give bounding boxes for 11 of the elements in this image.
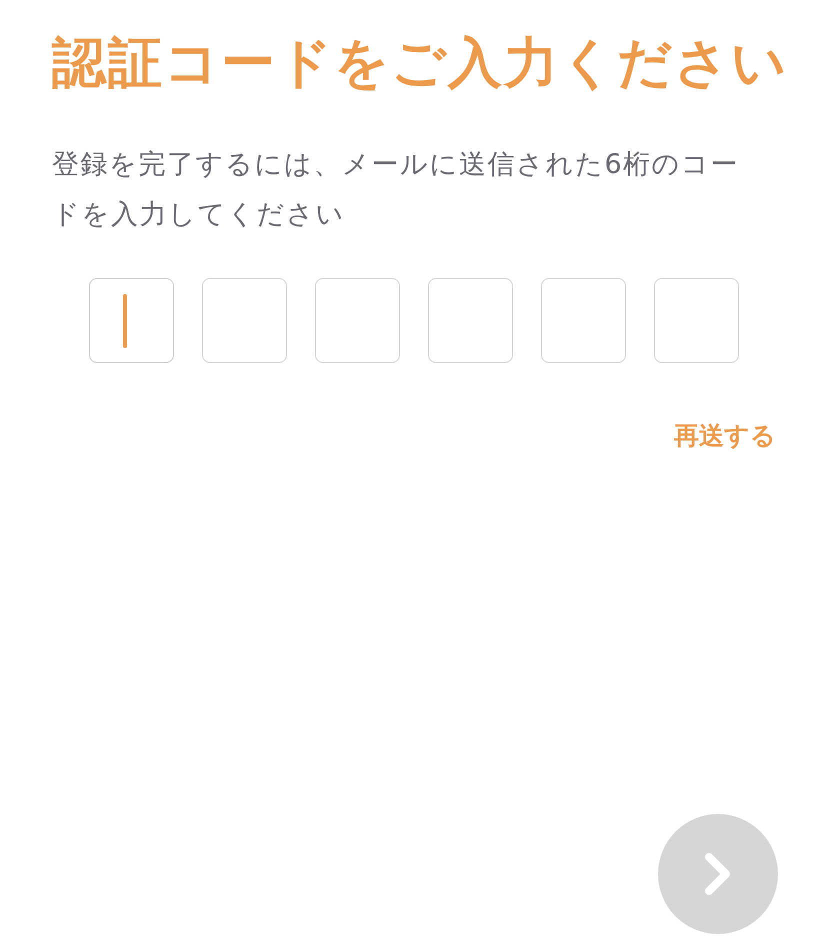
resend-link[interactable]: 再送する <box>674 419 776 452</box>
code-input-field[interactable] <box>654 278 739 363</box>
instruction-text: 登録を完了するには、メールに送信された6桁のコードを入力してください <box>52 148 740 232</box>
text-cursor <box>123 294 127 348</box>
page-title: 認証コードをご入力ください <box>52 30 789 96</box>
code-input-field[interactable] <box>428 278 513 363</box>
code-input-field[interactable] <box>541 278 626 363</box>
code-input-field[interactable] <box>202 278 287 363</box>
code-input-field[interactable] <box>315 278 400 363</box>
chevron-right-icon <box>704 852 732 896</box>
code-input-field[interactable] <box>89 278 174 363</box>
